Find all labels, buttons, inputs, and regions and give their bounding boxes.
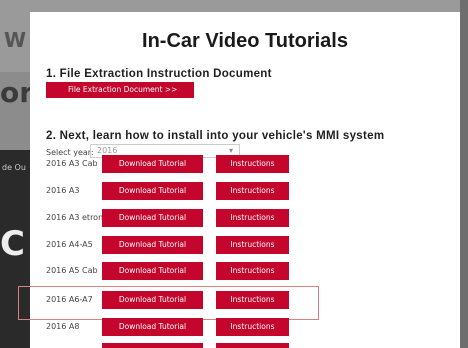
model-name: 2016 A5 Cab: [46, 266, 98, 275]
tutorial-row: 2016 A4-A5 Download Tutorial Instruction…: [46, 236, 346, 254]
instructions-button[interactable]: Instructions: [216, 262, 289, 280]
download-tutorial-button[interactable]: Download Tutorial: [102, 291, 203, 309]
modal-title: In-Car Video Tutorials: [142, 30, 348, 52]
tutorial-row: 2016 A5 Cab Download Tutorial Instructio…: [46, 262, 346, 280]
step2-heading: 2. Next, learn how to install into your …: [46, 130, 385, 142]
instructions-button[interactable]: Instructions: [216, 155, 289, 173]
model-name: 2016 A8: [46, 322, 80, 331]
tutorials-modal: In-Car Video Tutorials 1. File Extractio…: [18, 12, 460, 348]
download-tutorial-button[interactable]: Download Tutorial: [102, 155, 203, 173]
tutorial-row: 2016 A3 Cab Download Tutorial Instructio…: [46, 155, 346, 173]
download-tutorial-button[interactable]: Download Tutorial: [102, 262, 203, 280]
step1-heading: 1. File Extraction Instruction Document: [46, 68, 272, 80]
instructions-button[interactable]: Instructions: [216, 236, 289, 254]
instructions-button[interactable]: Instructions: [216, 209, 289, 227]
tutorial-row: 2016 A3 etron Download Tutorial Instruct…: [46, 209, 346, 227]
download-tutorial-button[interactable]: Download Tutorial: [102, 236, 203, 254]
instructions-button[interactable]: Instructions: [216, 182, 289, 200]
background-text-bottom: C: [0, 224, 25, 264]
background-text-small: de Ou: [2, 163, 26, 172]
download-tutorial-button[interactable]: Download Tutorial: [102, 209, 203, 227]
background-right-strip: [460, 0, 468, 348]
instructions-button[interactable]: [216, 343, 289, 348]
background-text-mid: or: [0, 76, 34, 109]
instructions-button[interactable]: Instructions: [216, 291, 289, 309]
model-name: 2016 A3 Cab: [46, 159, 98, 168]
instructions-button[interactable]: Instructions: [216, 318, 289, 336]
model-name: 2016 A4-A5: [46, 240, 93, 249]
download-tutorial-button[interactable]: Download Tutorial: [102, 318, 203, 336]
tutorial-row: 2016 A3 Download Tutorial Instructions: [46, 182, 346, 200]
tutorial-row: 2016 A8 Download Tutorial Instructions: [46, 318, 346, 336]
file-extraction-document-button[interactable]: File Extraction Document >>: [46, 82, 194, 98]
model-name: 2016 A3: [46, 186, 80, 195]
model-name: 2016 A3 etron: [46, 213, 104, 222]
download-tutorial-button[interactable]: [102, 343, 203, 348]
tutorial-row: 2016 A6-A7 Download Tutorial Instruction…: [46, 291, 346, 309]
model-name: 2016 A6-A7: [46, 295, 93, 304]
download-tutorial-button[interactable]: Download Tutorial: [102, 182, 203, 200]
background-text-top: W: [4, 28, 27, 52]
tutorial-row-partial: [46, 343, 346, 348]
year-select-value: 2016: [97, 146, 118, 155]
